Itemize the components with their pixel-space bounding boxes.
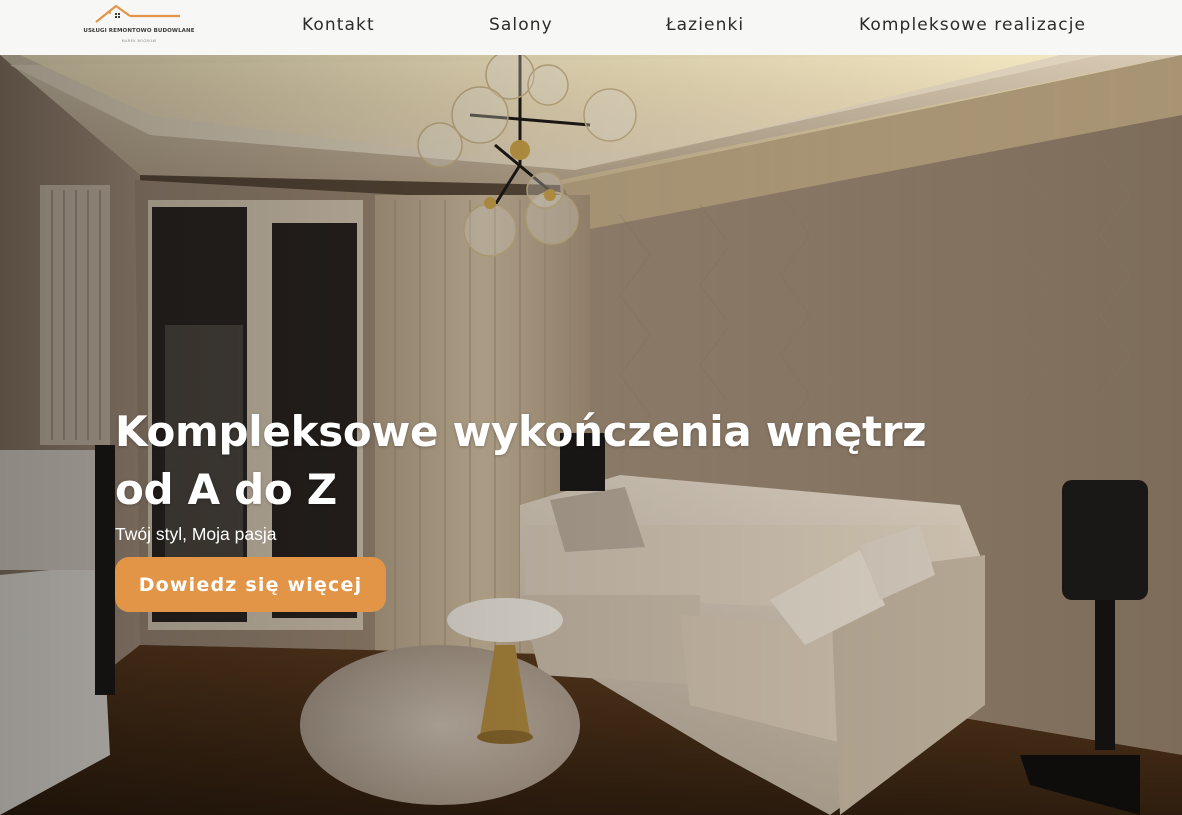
brand-subtitle: MAREK BOGROW bbox=[121, 39, 157, 43]
hero-section: Kompleksowe wykończenia wnętrz od A do Z… bbox=[0, 55, 1182, 815]
nav-item-salony[interactable]: Salony bbox=[489, 15, 553, 35]
hero-title: Kompleksowe wykończenia wnętrz od A do Z bbox=[115, 407, 927, 514]
nav-item-kompleksowe-realizacje[interactable]: Kompleksowe realizacje bbox=[859, 15, 1086, 35]
learn-more-button[interactable]: Dowiedz się więcej bbox=[115, 557, 386, 612]
hero-subtitle: Twój styl, Moja pasja bbox=[115, 524, 277, 544]
brand-name: USŁUGI REMONTOWO BUDOWLANE bbox=[83, 28, 195, 34]
site-header: USŁUGI REMONTOWO BUDOWLANE MAREK BOGROW … bbox=[0, 0, 1182, 55]
brand-logo[interactable]: USŁUGI REMONTOWO BUDOWLANE MAREK BOGROW bbox=[82, 2, 196, 48]
nav-item-lazienki[interactable]: Łazienki bbox=[666, 15, 744, 35]
nav-item-kontakt[interactable]: Kontakt bbox=[302, 15, 375, 35]
